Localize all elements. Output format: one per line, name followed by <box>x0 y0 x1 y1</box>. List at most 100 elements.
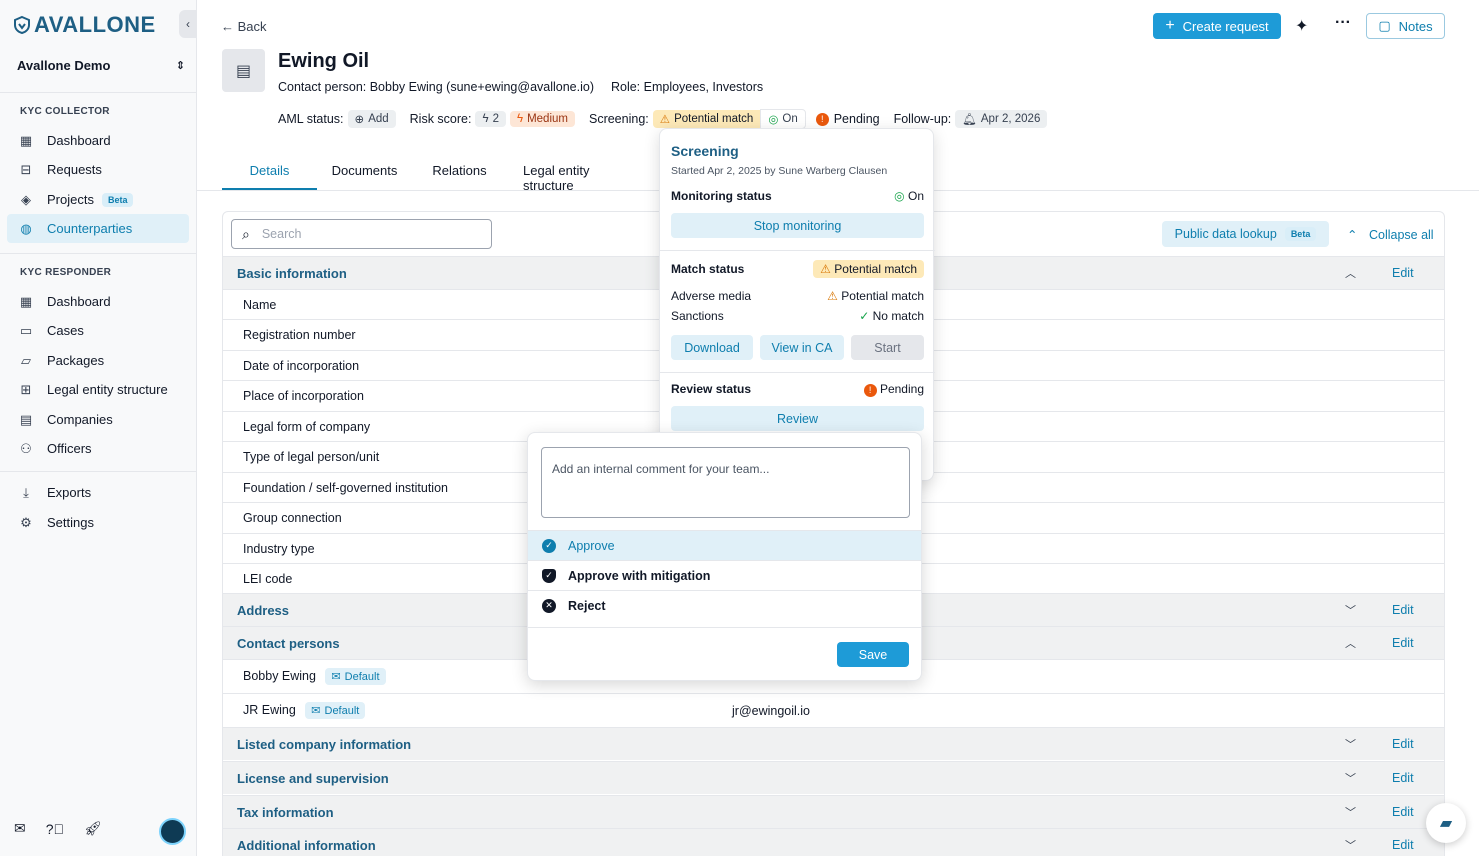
review-value: Pending <box>879 382 924 396</box>
help-icon[interactable]: ?⃝ <box>46 821 64 837</box>
field-label: Industry type <box>243 541 315 556</box>
view-in-ca-button[interactable]: View in CA <box>760 335 844 360</box>
public-data-lookup-button[interactable]: Public data lookup Beta <box>1162 221 1329 247</box>
chevron-down-icon[interactable]: ﹀ <box>1345 770 1356 786</box>
contact-name-cell: JR Ewing ✉ Default <box>243 702 366 719</box>
edit-button[interactable]: Edit <box>1392 737 1414 751</box>
sidebar-item-label: Projects <box>47 192 94 207</box>
chevron-up-icon[interactable]: ︿ <box>1345 635 1356 651</box>
app-logo[interactable]: AVALLONE <box>12 12 156 38</box>
stop-monitoring-button[interactable]: Stop monitoring <box>671 213 924 238</box>
sidebar-item-officers[interactable]: ⚇ Officers <box>7 434 189 463</box>
beta-badge: Beta <box>101 192 134 207</box>
save-button[interactable]: Save <box>837 642 909 667</box>
sidebar-item-label: Cases <box>47 323 84 338</box>
edit-button[interactable]: Edit <box>1392 771 1414 785</box>
sidebar-item-companies[interactable]: ▤ Companies <box>7 405 189 434</box>
sparkle-icon[interactable]: ✦ <box>1295 16 1308 36</box>
approve-with-mitigation-option[interactable]: ✓ Approve with mitigation <box>528 560 921 590</box>
notes-button[interactable]: ▢ Notes <box>1366 13 1445 39</box>
chevron-down-icon[interactable]: ﹀ <box>1345 837 1356 853</box>
sidebar-item-requests[interactable]: ⊟ Requests <box>7 155 189 184</box>
org-selector[interactable]: Avallone Demo ⇕ <box>17 58 185 73</box>
chevron-updown-icon: ⇕ <box>175 60 185 72</box>
section-additional-information[interactable]: Additional information ﹀ Edit <box>223 828 1444 856</box>
screening-popover: Screening Started Apr 2, 2025 by Sune Wa… <box>659 128 935 481</box>
avatar[interactable] <box>159 818 186 845</box>
shield-check-icon: ✓ <box>542 568 556 583</box>
edit-button[interactable]: Edit <box>1392 266 1414 280</box>
sidebar-collapse-button[interactable]: ‹ <box>179 10 197 38</box>
sidebar-item-dashboard-collector[interactable]: ▦ Dashboard <box>7 126 189 155</box>
sidebar-item-settings[interactable]: ⚙ Settings <box>7 508 189 537</box>
chevron-down-icon[interactable]: ﹀ <box>1345 736 1356 752</box>
screening-status-badge[interactable]: ⚠ Potential match <box>652 110 761 128</box>
tab-bar: Details Documents Relations Legal entity… <box>222 157 652 193</box>
sidebar-item-cases[interactable]: ▭ Cases <box>7 316 189 345</box>
risk-label: Risk score: <box>409 112 472 126</box>
monitoring-icon: ◎ <box>768 114 779 126</box>
notes-icon: ▢ <box>1378 18 1391 33</box>
review-button[interactable]: Review <box>671 406 924 431</box>
arrow-left-icon: ← <box>221 19 234 34</box>
search-icon: ⌕ <box>242 225 250 242</box>
sidebar-item-counterparties[interactable]: ◍ Counterparties <box>7 214 189 243</box>
default-label: Default <box>344 670 380 683</box>
sidebar-item-projects[interactable]: ◈ Projects Beta <box>7 185 189 214</box>
tab-legal-entity-structure[interactable]: Legal entity structure <box>507 157 652 193</box>
sidebar-item-exports[interactable]: ⤓ Exports <box>7 478 189 507</box>
section-license-and-supervision[interactable]: License and supervision ﹀ Edit <box>223 761 1444 794</box>
create-request-button[interactable]: + Create request <box>1153 13 1281 39</box>
start-button[interactable]: Start <box>851 335 924 360</box>
edit-button[interactable]: Edit <box>1392 838 1414 852</box>
risk-score-badge[interactable]: ϟ 2 <box>475 111 506 127</box>
section-tax-information[interactable]: Tax information ﹀ Edit <box>223 795 1444 828</box>
search-input[interactable]: ⌕ Search <box>231 219 492 249</box>
monitoring-badge[interactable]: ◎ On <box>760 109 806 129</box>
chevron-up-icon[interactable]: ︿ <box>1345 265 1356 281</box>
aml-add-button[interactable]: ⊕ Add <box>347 110 396 128</box>
followup-date-badge[interactable]: 🔔︎ Apr 2, 2026 <box>955 110 1048 128</box>
chat-support-button[interactable]: ▰ <box>1426 803 1466 843</box>
back-link[interactable]: ← Back <box>221 19 267 34</box>
chevron-down-icon[interactable]: ﹀ <box>1345 804 1356 820</box>
sidebar-item-label: Packages <box>47 353 105 368</box>
tab-details[interactable]: Details <box>222 157 317 190</box>
collapse-all-label: Collapse all <box>1368 228 1434 242</box>
sidebar-item-packages[interactable]: ▱ Packages <box>7 346 189 375</box>
approve-option[interactable]: ✓ Approve <box>528 530 921 560</box>
pending-icon: ! <box>863 383 877 397</box>
inbox-icon: ⊟ <box>20 161 32 177</box>
plus-circle-icon: ⊕ <box>354 114 365 126</box>
sidebar-item-label: Dashboard <box>47 294 111 309</box>
reject-option[interactable]: ✕ Reject <box>528 590 921 620</box>
edit-button[interactable]: Edit <box>1392 603 1414 617</box>
option-label: Approve <box>568 538 615 553</box>
comment-textarea[interactable]: Add an internal comment for your team... <box>541 447 910 518</box>
folder-icon: ▱ <box>21 352 31 368</box>
tab-documents[interactable]: Documents <box>317 157 412 190</box>
section-listed-company-information[interactable]: Listed company information ﹀ Edit <box>223 727 1444 760</box>
match-status-row: Match status ⚠ Potential match <box>671 260 924 278</box>
download-button[interactable]: Download <box>671 335 753 360</box>
building-icon: ▤ <box>19 411 33 427</box>
popover-subtitle: Started Apr 2, 2025 by Sune Warberg Clau… <box>671 165 888 177</box>
chevron-down-icon[interactable]: ﹀ <box>1345 602 1356 618</box>
followup-label: Follow-up: <box>893 112 952 126</box>
download-icon: ⤓ <box>23 484 29 500</box>
sidebar-item-dashboard-responder[interactable]: ▦ Dashboard <box>7 287 189 316</box>
more-options-icon[interactable]: ··· <box>1335 14 1351 32</box>
edit-button[interactable]: Edit <box>1392 805 1414 819</box>
monitoring-value: On <box>907 189 924 203</box>
mail-icon[interactable]: ✉ <box>14 820 26 837</box>
role-text: Role: Employees, Investors <box>610 80 764 94</box>
collapse-all-button[interactable]: ⌃ Collapse all <box>1347 227 1434 242</box>
grid-icon: ▦ <box>19 132 33 148</box>
rocket-icon[interactable]: 🚀︎ <box>84 820 102 837</box>
sidebar-item-label: Requests <box>47 162 102 177</box>
edit-button[interactable]: Edit <box>1392 636 1414 650</box>
risk-level-badge[interactable]: ϟ Medium <box>509 111 575 127</box>
screening-label: Screening: <box>588 112 649 126</box>
sidebar-item-legal-entity-structure[interactable]: ⊞ Legal entity structure <box>7 375 189 404</box>
tab-relations[interactable]: Relations <box>412 157 507 190</box>
